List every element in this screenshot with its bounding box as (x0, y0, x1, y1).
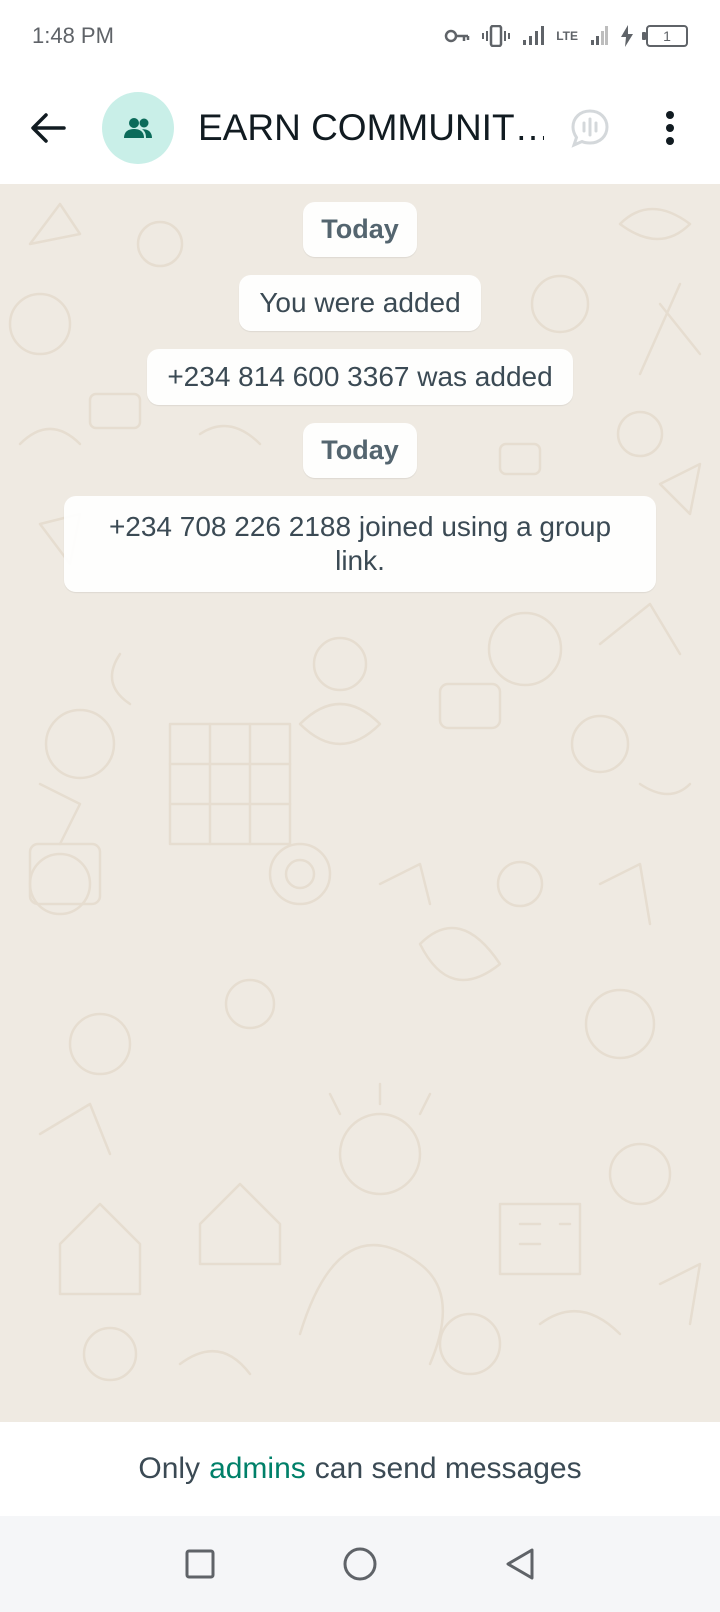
back-button[interactable] (8, 88, 88, 168)
battery-icon: 1 (642, 25, 688, 47)
chat-header: EARN COMMUNIT… (0, 72, 720, 184)
vpn-key-icon (444, 29, 470, 43)
message-list: Today You were added +234 814 600 3367 w… (0, 184, 720, 592)
back-nav-button[interactable] (490, 1534, 550, 1594)
admins-link[interactable]: admins (209, 1452, 306, 1486)
date-chip: Today (303, 202, 417, 257)
recents-button[interactable] (170, 1534, 230, 1594)
signal-2-icon (591, 26, 608, 45)
charging-icon (621, 25, 633, 47)
status-icons: LTE 1 (444, 25, 688, 47)
arrow-left-icon (31, 113, 66, 143)
system-message: +234 708 226 2188 joined using a group l… (64, 496, 656, 592)
home-button[interactable] (330, 1534, 390, 1594)
voice-chat-button[interactable] (550, 88, 630, 168)
status-bar: 1:48 PM LTE 1 (0, 0, 720, 72)
triangle-back-icon (506, 1548, 534, 1580)
square-icon (185, 1549, 215, 1579)
vibrate-icon (482, 25, 511, 47)
notice-prefix: Only (138, 1452, 201, 1485)
system-nav-bar (0, 1516, 720, 1612)
admin-only-notice: Only admins can send messages (0, 1422, 720, 1516)
lte-label: LTE (556, 28, 578, 43)
group-icon (124, 118, 152, 138)
more-vertical-icon (666, 111, 674, 145)
circle-icon (343, 1547, 377, 1581)
chat-area[interactable]: Today You were added +234 814 600 3367 w… (0, 184, 720, 1422)
voice-chat-icon (571, 109, 609, 148)
signal-icon (523, 26, 545, 45)
notice-suffix: can send messages (314, 1452, 582, 1485)
more-options-button[interactable] (640, 88, 700, 168)
system-message: +234 814 600 3367 was added (147, 349, 573, 405)
group-avatar[interactable] (102, 92, 174, 164)
battery-level: 1 (663, 28, 671, 44)
chat-title[interactable]: EARN COMMUNIT… (198, 107, 544, 149)
date-chip: Today (303, 423, 417, 478)
status-time: 1:48 PM (32, 23, 114, 48)
system-message: You were added (239, 275, 481, 331)
